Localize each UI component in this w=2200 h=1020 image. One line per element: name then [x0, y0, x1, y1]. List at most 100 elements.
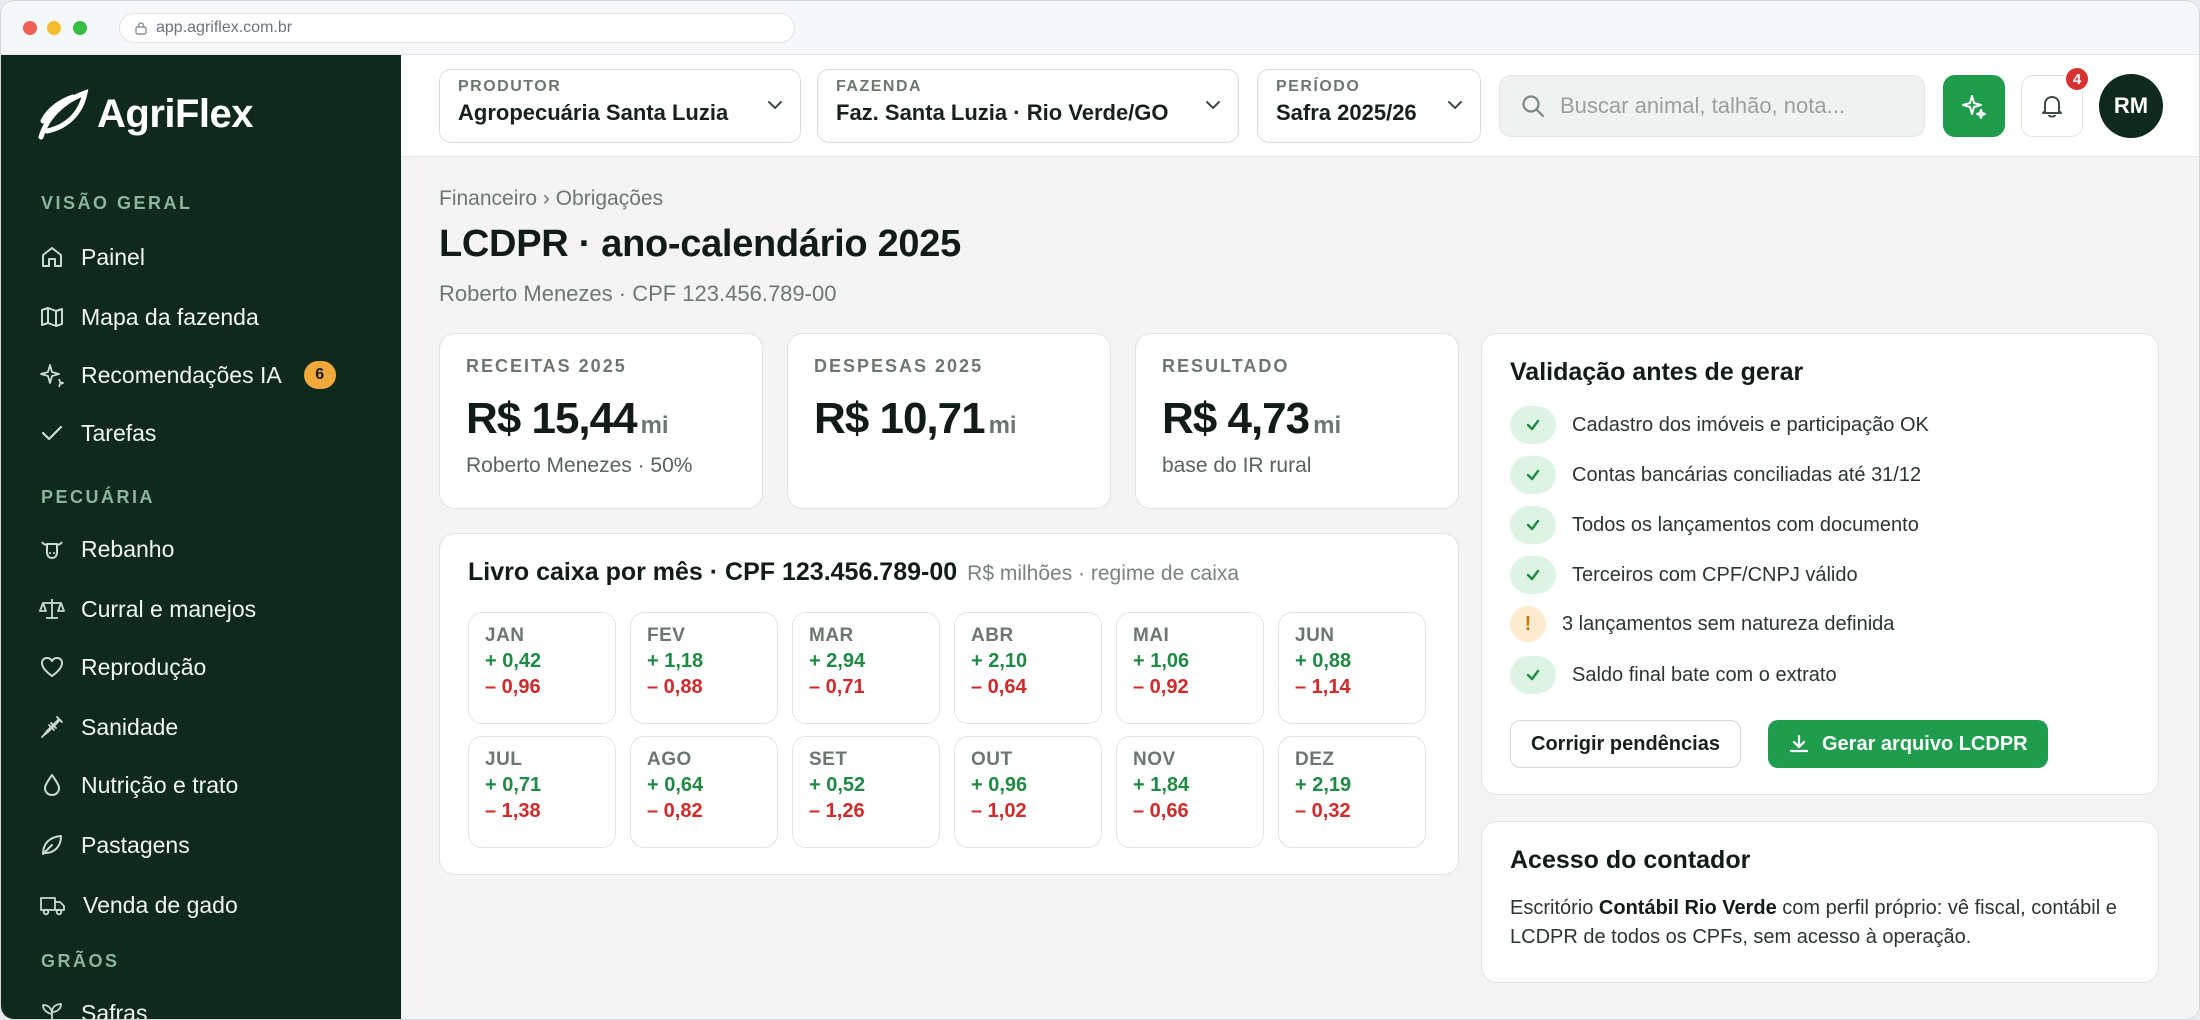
month-expense: – 0,82 — [647, 800, 703, 822]
fix-pending-button[interactable]: Corrigir pendências — [1510, 720, 1741, 768]
month-tile[interactable]: JAN + 0,42 – 0,96 — [468, 612, 616, 724]
sidebar: AgriFlex VISÃO GERAL Painel Mapa da faze… — [1, 55, 401, 1020]
syringe-icon — [41, 716, 63, 738]
sidebar-item-nutricao[interactable]: Nutrição e trato — [25, 761, 377, 809]
validation-item: Todos os lançamentos com documento — [1510, 506, 1919, 544]
sidebar-item-painel[interactable]: Painel — [25, 233, 377, 281]
month-income: + 0,52 — [809, 774, 866, 796]
sidebar-item-label: Rebanho — [81, 535, 175, 562]
sidebar-item-recomendacoes[interactable]: Recomendações IA 6 — [25, 351, 377, 399]
search-icon — [1522, 95, 1545, 118]
month-income: + 1,06 — [1133, 650, 1190, 672]
validation-item-text: Cadastro dos imóveis e participação OK — [1572, 413, 1929, 436]
kpi-label: DESPESAS 2025 — [814, 356, 984, 376]
sidebar-item-sanidade[interactable]: Sanidade — [25, 703, 377, 751]
window-maximize-button[interactable] — [73, 21, 87, 35]
sidebar-item-reproducao[interactable]: Reprodução — [25, 643, 377, 691]
month-expense: – 0,32 — [1295, 800, 1351, 822]
month-tile[interactable]: JUL + 0,71 – 1,38 — [468, 736, 616, 848]
accountant-text-pre: Escritório — [1510, 897, 1599, 919]
month-income: + 0,71 — [485, 774, 542, 796]
sidebar-item-label: Safras — [81, 999, 148, 1020]
month-tile[interactable]: ABR + 2,10 – 0,64 — [954, 612, 1102, 724]
month-tile[interactable]: JUN + 0,88 – 1,14 — [1278, 612, 1426, 724]
window-minimize-button[interactable] — [47, 21, 61, 35]
sidebar-item-label: Painel — [81, 243, 145, 270]
sidebar-item-label: Recomendações IA — [81, 361, 282, 388]
produtor-selector[interactable]: PRODUTOR Agropecuária Santa Luzia — [439, 69, 801, 143]
kpi-value-wrap: R$ 15,44 mi — [466, 394, 669, 444]
search-box[interactable] — [1499, 75, 1925, 137]
month-expense: – 1,38 — [485, 800, 541, 822]
sidebar-item-venda-gado[interactable]: Venda de gado — [25, 881, 377, 929]
produtor-label: PRODUTOR — [458, 78, 562, 95]
sidebar-item-tarefas[interactable]: Tarefas — [25, 409, 377, 457]
page-subtitle: Roberto Menezes · CPF 123.456.789-00 — [439, 281, 837, 306]
sidebar-item-safras[interactable]: Safras — [25, 989, 377, 1020]
validation-title: Validação antes de gerar — [1510, 358, 1804, 386]
app-window: app.agriflex.com.br AgriFlex VISÃO GERAL… — [0, 0, 2200, 1020]
kpi-value: R$ 4,73 — [1162, 394, 1310, 443]
month-tile[interactable]: SET + 0,52 – 1,26 — [792, 736, 940, 848]
check-icon — [1510, 556, 1556, 594]
heart-icon — [41, 657, 63, 677]
month-tile[interactable]: MAI + 1,06 – 0,92 — [1116, 612, 1264, 724]
month-tile[interactable]: FEV + 1,18 – 0,88 — [630, 612, 778, 724]
generate-lcdpr-button[interactable]: Gerar arquivo LCDPR — [1768, 720, 2048, 768]
sidebar-item-label: Pastagens — [81, 831, 190, 858]
periodo-selector[interactable]: PERÍODO Safra 2025/26 — [1257, 69, 1481, 143]
sprout-icon — [42, 1003, 62, 1019]
breadcrumb[interactable]: Financeiro › Obrigações — [439, 187, 663, 211]
section-label-overview: VISÃO GERAL — [41, 193, 193, 213]
brand-logo[interactable]: AgriFlex — [37, 87, 254, 141]
validation-item: Terceiros com CPF/CNPJ válido — [1510, 556, 1858, 594]
month-expense: – 0,92 — [1133, 676, 1189, 698]
home-icon — [42, 247, 62, 267]
month-tile[interactable]: MAR + 2,94 – 0,71 — [792, 612, 940, 724]
month-tile[interactable]: NOV + 1,84 – 0,66 — [1116, 736, 1264, 848]
validation-item-text: Terceiros com CPF/CNPJ válido — [1572, 563, 1858, 586]
sidebar-item-label: Sanidade — [81, 713, 179, 740]
month-tile[interactable]: DEZ + 2,19 – 0,32 — [1278, 736, 1426, 848]
sidebar-item-mapa[interactable]: Mapa da fazenda — [25, 293, 377, 341]
notifications-button[interactable]: 4 — [2021, 66, 2090, 137]
section-label-graos: GRÃOS — [41, 951, 120, 971]
topbar: PRODUTOR Agropecuária Santa Luzia FAZEND… — [401, 55, 2199, 157]
sidebar-item-label: Tarefas — [81, 419, 157, 446]
month-tile[interactable]: AGO + 0,64 – 0,82 — [630, 736, 778, 848]
kpi-unit: mi — [640, 412, 669, 439]
month-expense: – 1,14 — [1295, 676, 1351, 698]
month-income: + 0,64 — [647, 774, 704, 796]
month-expense: – 1,26 — [809, 800, 865, 822]
check-icon — [1510, 406, 1556, 444]
sidebar-item-curral[interactable]: Curral e manejos — [25, 585, 377, 633]
chevron-down-icon — [1448, 101, 1462, 109]
month-name: SET — [809, 749, 848, 770]
validation-item-text: Saldo final bate com o extrato — [1572, 663, 1837, 686]
month-expense: – 0,64 — [971, 676, 1027, 698]
sidebar-item-label: Reprodução — [81, 653, 207, 680]
fazenda-selector[interactable]: FAZENDA Faz. Santa Luzia · Rio Verde/GO — [817, 69, 1239, 143]
sidebar-item-rebanho[interactable]: Rebanho — [25, 525, 377, 573]
month-tile[interactable]: OUT + 0,96 – 1,02 — [954, 736, 1102, 848]
month-name: OUT — [971, 749, 1013, 770]
avatar[interactable]: RM — [2099, 74, 2163, 138]
address-bar[interactable]: app.agriflex.com.br — [119, 13, 795, 43]
cow-icon — [41, 541, 63, 559]
generate-lcdpr-label: Gerar arquivo LCDPR — [1822, 732, 2028, 755]
sidebar-item-label: Venda de gado — [83, 891, 238, 918]
month-name: AGO — [647, 749, 692, 770]
page-title: LCDPR · ano-calendário 2025 — [439, 223, 961, 265]
drop-icon — [44, 774, 60, 796]
kpi-note: Roberto Menezes · 50% — [466, 454, 693, 477]
ai-assistant-button[interactable] — [1943, 75, 2005, 137]
leaf-icon — [42, 835, 62, 855]
search-input[interactable] — [1560, 93, 1900, 119]
window-close-button[interactable] — [23, 21, 37, 35]
section-label-pecuaria: PECUÁRIA — [41, 487, 156, 507]
bell-icon — [2042, 96, 2062, 118]
check-icon — [41, 425, 63, 441]
month-expense: – 1,02 — [971, 800, 1027, 822]
month-expense: – 0,66 — [1133, 800, 1189, 822]
sidebar-item-pastagens[interactable]: Pastagens — [25, 821, 377, 869]
